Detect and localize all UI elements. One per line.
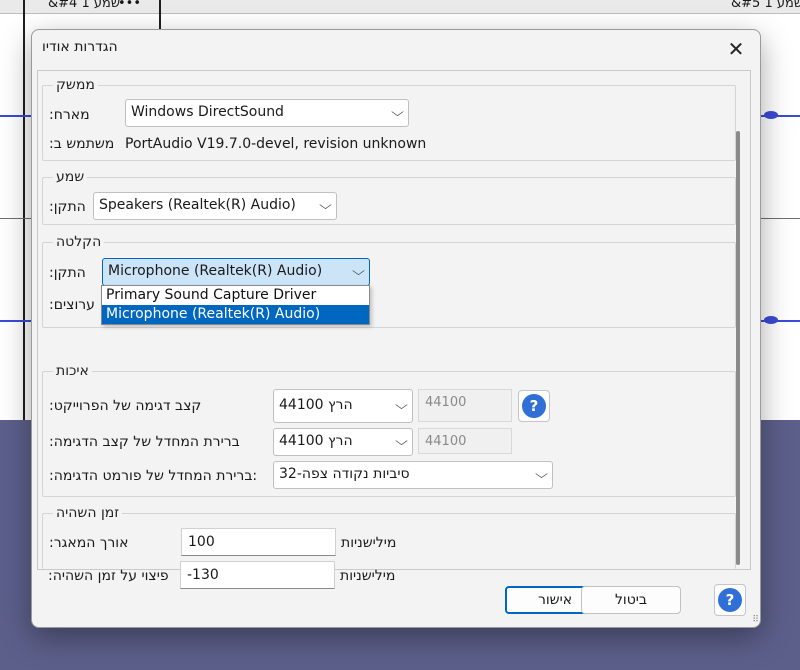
- chevron-down-icon: ⌵: [395, 398, 408, 412]
- track-separator: [23, 0, 25, 420]
- using-label: :משתמש ב: [49, 136, 115, 152]
- host-select-value: Windows DirectSound: [131, 104, 284, 120]
- chevron-down-icon: ⌵: [535, 467, 548, 481]
- default-rate-label: :ברירת המחדל של קצב הדגימה: [49, 434, 240, 450]
- close-icon: ✕: [727, 37, 745, 61]
- chevron-down-icon: ⌵: [352, 264, 365, 278]
- resize-grip-icon[interactable]: ⠿: [752, 615, 759, 625]
- host-label: :מארח: [49, 107, 90, 123]
- close-button[interactable]: ✕: [716, 32, 756, 66]
- default-format-select[interactable]: 32-סיביות נקודה צפה ⌵: [273, 461, 553, 489]
- waveform-line: [0, 115, 31, 117]
- latency-group: זמן השהיה :אורך המאגר 100 מילישניות: [42, 505, 736, 569]
- chevron-down-icon: ⌵: [395, 434, 408, 448]
- project-rate-select[interactable]: 44100 הרץ ⌵: [273, 389, 413, 423]
- track-right-label[interactable]: &#5 שמע 1: [731, 0, 800, 11]
- audio-settings-dialog: הגדרות אודיו ✕ ממשק :מארח Windows Direct…: [31, 29, 761, 628]
- latency-compensation-input[interactable]: -130: [180, 561, 335, 589]
- dropdown-option[interactable]: Primary Sound Capture Driver: [102, 286, 369, 305]
- waveform-peak: [764, 111, 778, 119]
- buffer-length-input[interactable]: 100: [181, 528, 336, 556]
- host-select[interactable]: Windows DirectSound ⌵: [125, 99, 409, 127]
- using-value: PortAudio V19.7.0-devel, revision unknow…: [125, 136, 427, 152]
- playback-group: שמע :התקן Speakers (Realtek(R) Audio) ⌵: [42, 169, 736, 225]
- dropdown-option-selected[interactable]: Microphone (Realtek(R) Audio): [102, 305, 369, 324]
- recording-group-title: הקלטה: [53, 234, 105, 250]
- default-rate-field: 44100: [418, 428, 512, 454]
- default-rate-value: 44100 הרץ: [279, 433, 353, 449]
- chevron-down-icon: ⌵: [391, 105, 404, 119]
- track-divider: [761, 218, 800, 219]
- playback-device-value: Speakers (Realtek(R) Audio): [99, 197, 296, 213]
- help-icon: ?: [522, 394, 546, 418]
- project-rate-value: 44100 הרץ: [279, 397, 353, 413]
- track-left-label[interactable]: &#4 שמע 1: [48, 0, 120, 11]
- latency-compensation-unit: מילישניות: [340, 568, 396, 584]
- recording-device-dropdown: Primary Sound Capture Driver Microphone …: [101, 285, 370, 325]
- playback-group-title: שמע: [53, 169, 88, 185]
- waveform-line: [0, 320, 31, 322]
- interface-group-title: ממשק: [53, 77, 98, 93]
- waveform-peak: [764, 316, 778, 324]
- track-divider: [0, 218, 31, 219]
- help-icon: ?: [718, 588, 742, 612]
- recording-device-select[interactable]: Microphone (Realtek(R) Audio) ⌵: [102, 258, 370, 286]
- playback-device-label: :התקן: [49, 199, 86, 215]
- buffer-length-label: :אורך המאגר: [49, 535, 129, 551]
- help-button[interactable]: ?: [518, 390, 550, 422]
- channels-label: :ערוצים: [49, 297, 95, 313]
- default-rate-select[interactable]: 44100 הרץ ⌵: [273, 428, 413, 456]
- buffer-length-unit: מילישניות: [341, 535, 397, 551]
- latency-group-title: זמן השהיה: [53, 505, 123, 521]
- interface-group: ממשק :מארח Windows DirectSound ⌵ :משתמש …: [42, 77, 736, 161]
- project-rate-label: :קצב דגימה של הפרוייקט: [49, 398, 202, 414]
- recording-device-label: :התקן: [49, 265, 86, 281]
- quality-group: איכות :קצב דגימה של הפרוייקט 44100 הרץ ⌵…: [42, 363, 736, 497]
- quality-group-title: איכות: [53, 363, 92, 379]
- track-left-menu-icon[interactable]: •••: [118, 0, 141, 11]
- default-format-label: :ברירת המחדל של פורמט הדגימה:: [49, 468, 258, 484]
- chevron-down-icon: ⌵: [319, 198, 332, 212]
- footer-help-button[interactable]: ?: [714, 584, 746, 616]
- dialog-titlebar[interactable]: הגדרות אודיו ✕: [32, 30, 760, 68]
- project-rate-field: 44100: [418, 389, 512, 422]
- default-format-value: 32-סיביות נקודה צפה: [279, 466, 410, 482]
- playback-device-select[interactable]: Speakers (Realtek(R) Audio) ⌵: [93, 192, 337, 220]
- latency-compensation-label: :פיצוי על זמן השהיה: [48, 568, 169, 584]
- cancel-button[interactable]: ביטול: [581, 586, 681, 614]
- vertical-scrollbar[interactable]: [736, 131, 740, 565]
- recording-device-value: Microphone (Realtek(R) Audio): [108, 263, 323, 279]
- dialog-title: הגדרות אודיו: [42, 39, 118, 55]
